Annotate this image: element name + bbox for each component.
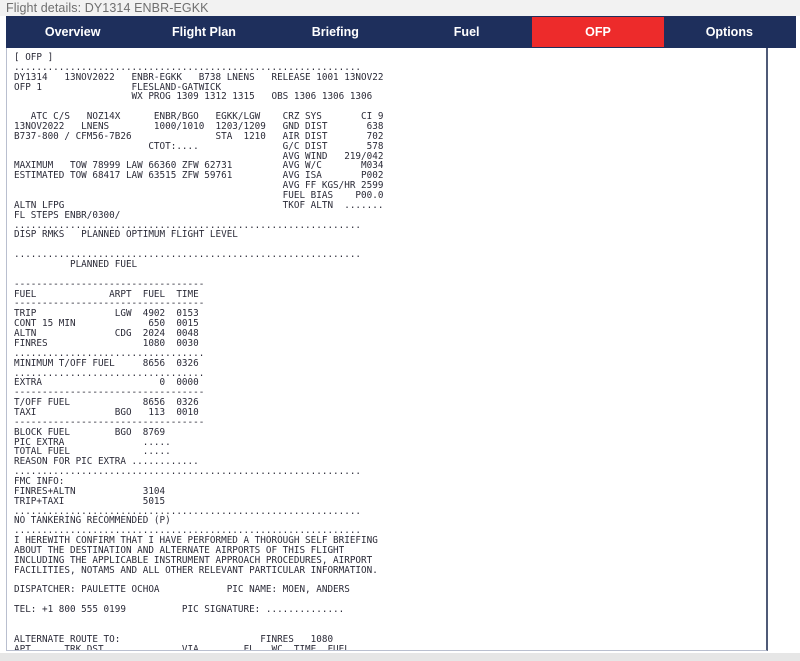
window-titlebar: Flight details: DY1314 ENBR-EGKK bbox=[0, 0, 800, 16]
tab-overview[interactable]: Overview bbox=[7, 17, 139, 47]
tab-flight-plan[interactable]: Flight Plan bbox=[138, 17, 270, 47]
page-title: Flight details: DY1314 ENBR-EGKK bbox=[6, 1, 209, 15]
tab-ofp[interactable]: OFP bbox=[532, 17, 664, 47]
ofp-text-document: [ OFP ] ................................… bbox=[14, 52, 384, 651]
window-bottom-strip bbox=[0, 653, 800, 661]
tab-briefing[interactable]: Briefing bbox=[269, 17, 401, 47]
flight-details-window: Flight details: DY1314 ENBR-EGKK Overvie… bbox=[0, 0, 800, 661]
tab-fuel[interactable]: Fuel bbox=[400, 17, 533, 47]
tab-bar: Overview Flight Plan Briefing Fuel OFP O… bbox=[6, 16, 796, 48]
ofp-content-panel: [ OFP ] ................................… bbox=[6, 48, 768, 651]
tab-options[interactable]: Options bbox=[663, 17, 795, 47]
